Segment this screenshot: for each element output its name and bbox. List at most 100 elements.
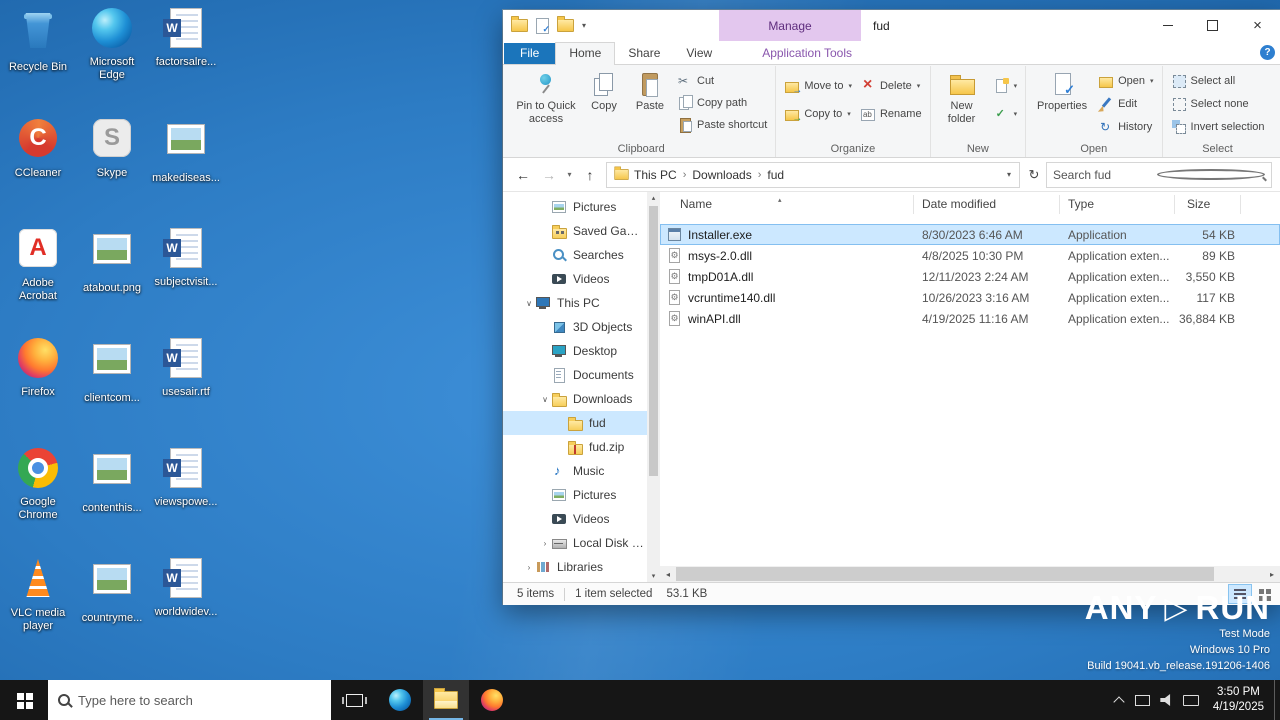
easy-access-button[interactable]: ▾ <box>989 103 1022 124</box>
column-header-date-modified[interactable]: Date modified <box>914 195 1060 214</box>
taskbar-edge-button[interactable] <box>377 680 423 720</box>
back-button[interactable]: ← <box>511 163 535 187</box>
scroll-left-arrow[interactable]: ◂ <box>660 570 676 579</box>
desktop-icon-viewspowe[interactable]: viewspowe... <box>150 446 222 509</box>
copy-to-button[interactable]: Copy to ▾ <box>780 103 856 124</box>
copy-button[interactable]: Copy <box>581 68 627 116</box>
recent-locations-chevron[interactable]: ▾ <box>563 163 576 187</box>
sidebar-item-videos[interactable]: Videos <box>503 267 660 291</box>
new-item-button[interactable]: ▾ <box>989 75 1022 96</box>
desktop-icon-adobe-acrobat[interactable]: Adobe Acrobat <box>2 226 74 303</box>
paste-shortcut-button[interactable]: Paste shortcut <box>673 114 771 135</box>
sidebar-item-saved-games[interactable]: Saved Games <box>503 219 660 243</box>
file-row-winapi-dll[interactable]: winAPI.dll 4/19/2025 11:16 AM Application … <box>660 308 1280 329</box>
taskbar-firefox-button[interactable] <box>469 680 515 720</box>
new-folder-button[interactable]: New folder <box>935 68 989 129</box>
sidebar-item-desktop[interactable]: Desktop <box>503 339 660 363</box>
volume-icon[interactable] <box>1155 680 1179 720</box>
refresh-icon[interactable]: ↻ <box>1024 167 1044 183</box>
rename-button[interactable]: Rename <box>856 103 926 124</box>
file-row-installer-exe[interactable]: Installer.exe 8/30/2023 6:46 AM Applicatio… <box>660 224 1280 245</box>
sidebar-item-fud[interactable]: fud <box>503 411 660 435</box>
sidebar-item-music[interactable]: Music <box>503 459 660 483</box>
desktop-icon-factorsalre[interactable]: factorsalre... <box>150 6 222 69</box>
network-icon[interactable] <box>1131 680 1155 720</box>
sidebar-item-local-disk-c[interactable]: › Local Disk (C:) <box>503 531 660 555</box>
desktop-icon-vlc-media-player[interactable]: VLC media player <box>2 556 74 633</box>
edit-button[interactable]: Edit <box>1094 93 1157 114</box>
titlebar[interactable]: ▾ Manage fud × <box>503 10 1280 41</box>
file-row-msys-2-0-dll[interactable]: msys-2.0.dll 4/8/2025 10:30 PM Application… <box>660 245 1280 266</box>
sidebar-item-documents[interactable]: Documents <box>503 363 660 387</box>
desktop-icon-countryme[interactable]: countryme... <box>76 556 148 625</box>
file-row-vcruntime140-dll[interactable]: vcruntime140.dll 10/26/2023 3:16 AM Applic… <box>660 287 1280 308</box>
desktop-icon-microsoft-edge[interactable]: Microsoft Edge <box>76 6 148 82</box>
select-none-button[interactable]: Select none <box>1167 93 1269 114</box>
tab-file[interactable]: File <box>504 43 556 64</box>
tab-home[interactable]: Home <box>555 42 616 65</box>
sidebar-item-downloads[interactable]: ∨ Downloads <box>503 387 660 411</box>
horizontal-scrollbar[interactable]: ◂ ▸ <box>660 566 1280 582</box>
help-icon[interactable]: ? <box>1260 45 1275 60</box>
sidebar-item-libraries[interactable]: › Libraries <box>503 555 660 579</box>
expand-chevron[interactable]: › <box>523 563 535 572</box>
show-desktop-button[interactable] <box>1274 680 1280 720</box>
sidebar-item-searches[interactable]: Searches <box>503 243 660 267</box>
column-header-size[interactable]: Size <box>1175 195 1241 214</box>
file-row-tmpd01a-dll[interactable]: tmpD01A.dll 12/11/2023 2:24 AM Application… <box>660 266 1280 287</box>
tab-share[interactable]: Share <box>615 43 673 64</box>
close-button[interactable]: × <box>1235 10 1280 41</box>
taskbar-file-explorer-button[interactable] <box>423 680 469 720</box>
desktop-icon-recycle-bin[interactable]: Recycle Bin <box>2 6 74 74</box>
select-all-button[interactable]: Select all <box>1167 70 1269 91</box>
keyboard-icon[interactable] <box>1179 680 1203 720</box>
column-header-type[interactable]: Type <box>1060 195 1175 214</box>
properties-button[interactable]: Properties <box>1030 68 1094 116</box>
scroll-right-arrow[interactable]: ▸ <box>1264 570 1280 579</box>
contextual-tab-group-manage[interactable]: Manage <box>719 10 861 41</box>
taskbar-search[interactable]: Type here to search <box>48 680 331 720</box>
paste-button[interactable]: Paste <box>627 68 673 116</box>
open-button[interactable]: Open ▾ <box>1094 70 1157 91</box>
collapse-chevron[interactable]: ∨ <box>539 395 551 404</box>
copy-path-button[interactable]: Copy path <box>673 92 771 113</box>
history-button[interactable]: History <box>1094 116 1157 137</box>
qat-new-folder-icon[interactable] <box>557 16 574 32</box>
sidebar-item-pictures[interactable]: Pictures <box>503 195 660 219</box>
desktop-icon-usesair-rtf[interactable]: usesair.rtf <box>150 336 222 399</box>
desktop-icon-google-chrome[interactable]: Google Chrome <box>2 446 74 522</box>
up-button[interactable]: ↑ <box>578 163 602 187</box>
search-box[interactable]: Search fud <box>1046 161 1272 188</box>
desktop-icon-makediseas[interactable]: makediseas... <box>150 116 222 185</box>
expand-chevron[interactable]: › <box>539 539 551 548</box>
breadcrumb-this-pc[interactable]: This PC <box>630 168 681 182</box>
task-view-button[interactable] <box>331 680 377 720</box>
sidebar-item-videos[interactable]: Videos <box>503 507 660 531</box>
scrollbar-thumb[interactable] <box>649 206 658 476</box>
sidebar-scrollbar[interactable]: ▴ ▾ <box>647 192 660 582</box>
qat-properties-icon[interactable] <box>536 17 550 35</box>
column-header-name[interactable]: ▴ Name <box>660 195 914 214</box>
desktop-icon-skype[interactable]: Skype <box>76 116 148 180</box>
invert-selection-button[interactable]: Invert selection <box>1167 116 1269 137</box>
desktop-icon-subjectvisit[interactable]: subjectvisit... <box>150 226 222 289</box>
tab-view[interactable]: View <box>673 43 725 64</box>
address-dropdown-chevron[interactable]: ▾ <box>1001 170 1017 179</box>
desktop-icon-firefox[interactable]: Firefox <box>2 336 74 399</box>
pin-to-quick-access-button[interactable]: Pin to Quick access <box>511 68 581 129</box>
move-to-button[interactable]: Move to ▾ <box>780 75 856 96</box>
search-icon[interactable] <box>1157 169 1265 180</box>
collapse-chevron[interactable]: ∨ <box>523 299 535 308</box>
desktop-icon-clientcom[interactable]: clientcom... <box>76 336 148 405</box>
maximize-button[interactable] <box>1190 10 1235 41</box>
qat-customize-chevron[interactable]: ▾ <box>582 21 586 30</box>
scroll-down-arrow[interactable]: ▾ <box>647 572 660 580</box>
desktop-icon-ccleaner[interactable]: CCleaner <box>2 116 74 180</box>
scrollbar-thumb[interactable] <box>676 567 1214 581</box>
hidden-icons-chevron[interactable] <box>1107 680 1131 720</box>
start-button[interactable] <box>0 680 48 720</box>
sidebar-item-pictures[interactable]: Pictures <box>503 483 660 507</box>
sidebar-item-this-pc[interactable]: ∨ This PC <box>503 291 660 315</box>
minimize-button[interactable] <box>1145 10 1190 41</box>
forward-button[interactable]: → <box>537 163 561 187</box>
